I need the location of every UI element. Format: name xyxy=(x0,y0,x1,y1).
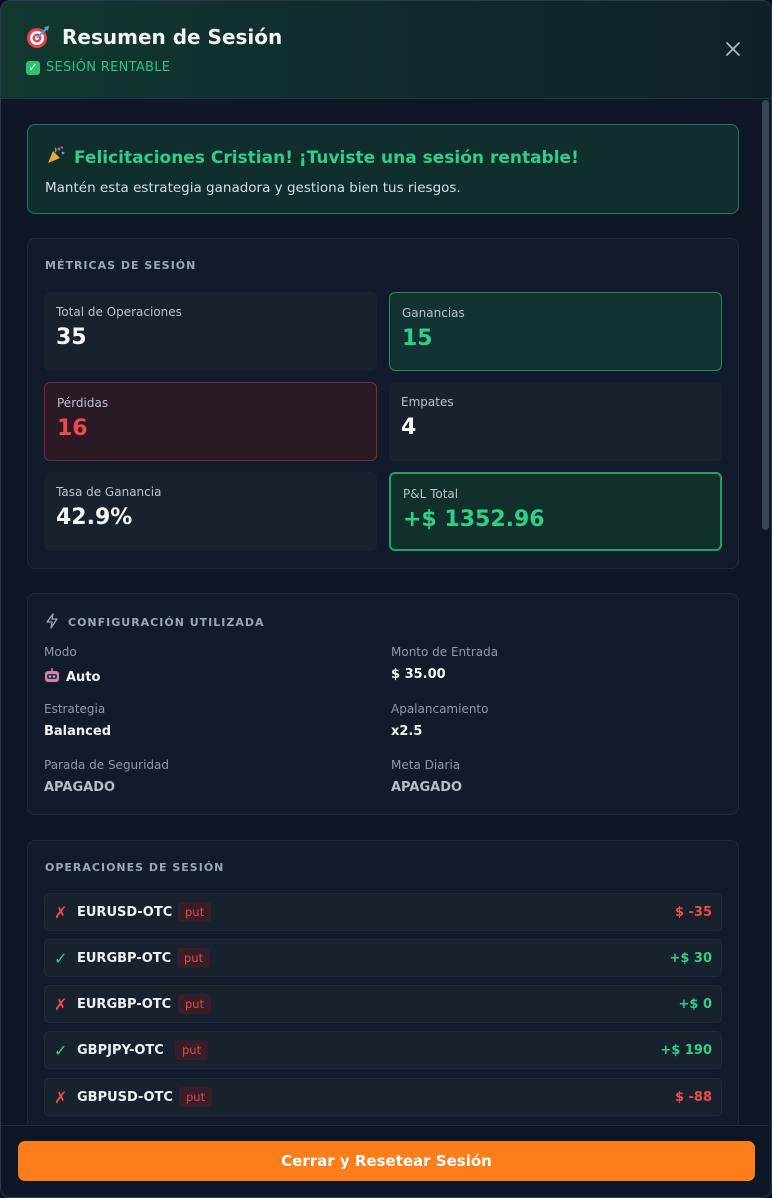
target-icon xyxy=(26,25,50,49)
operations-card: OPERACIONES DE SESIÓN ✗ EURUSD-OTC put $… xyxy=(27,840,739,1125)
config-mode-value: Auto xyxy=(66,669,101,685)
config-mode: Modo Auto xyxy=(44,645,100,687)
close-and-reset-button[interactable]: Cerrar y Resetear Sesión xyxy=(18,1141,755,1181)
operation-pair: EURGBP-OTC xyxy=(77,951,172,966)
metric-label: Empates xyxy=(401,395,454,409)
session-status-badge: ✓ SESIÓN RENTABLE xyxy=(26,60,170,75)
config-label: Estrategia xyxy=(44,702,106,716)
metric-wins: Ganancias 15 xyxy=(389,292,722,371)
config-value: x2.5 xyxy=(391,724,423,739)
metric-value: 35 xyxy=(56,325,87,350)
config-value: Auto xyxy=(44,667,100,687)
loss-mark-icon: ✗ xyxy=(54,995,68,1014)
congrats-title: Felicitaciones Cristian! ¡Tuviste una se… xyxy=(74,147,579,168)
config-label: Modo xyxy=(44,645,77,659)
metric-label: Pérdidas xyxy=(57,396,109,410)
operation-row[interactable]: ✓ GBPJPY-OTC put +$ 190 xyxy=(44,1031,722,1069)
config-value: Balanced xyxy=(44,724,111,739)
party-popper-icon xyxy=(46,145,66,170)
direction-badge: put xyxy=(178,902,212,922)
config-stop-loss: Parada de Seguridad APAGADO xyxy=(44,758,169,795)
config-label: Apalancamiento xyxy=(391,702,489,716)
direction-badge: put xyxy=(175,1040,209,1060)
check-box-icon: ✓ xyxy=(26,60,40,75)
direction-badge: put xyxy=(178,994,212,1014)
operation-amount: +$ 0 xyxy=(678,997,712,1012)
metrics-title: MÉTRICAS DE SESIÓN xyxy=(45,259,197,272)
direction-badge: put xyxy=(177,948,211,968)
operation-amount: $ -35 xyxy=(674,905,712,920)
metric-value: 16 xyxy=(57,416,88,441)
operation-pair: EURUSD-OTC xyxy=(77,905,173,920)
loss-mark-icon: ✗ xyxy=(54,903,68,922)
config-leverage: Apalancamiento x2.5 xyxy=(391,702,488,739)
metric-label: P&L Total xyxy=(403,487,459,501)
title-row: Resumen de Sesión xyxy=(26,25,282,49)
metric-ties: Empates 4 xyxy=(389,382,722,461)
operation-row[interactable]: ✓ EURGBP-OTC put +$ 30 xyxy=(44,939,722,977)
config-entry-amount: Monto de Entrada $ 35.00 xyxy=(391,645,498,682)
metric-win-rate: Tasa de Ganancia 42.9% xyxy=(44,472,377,551)
config-label: Meta Diaria xyxy=(391,758,461,772)
metric-losses: Pérdidas 16 xyxy=(44,382,377,461)
loss-mark-icon: ✗ xyxy=(54,1088,68,1107)
metric-label: Ganancias xyxy=(402,306,465,320)
modal-header: Resumen de Sesión ✓ SESIÓN RENTABLE xyxy=(1,1,771,99)
session-status-label: SESIÓN RENTABLE xyxy=(46,60,171,75)
session-summary-modal: Resumen de Sesión ✓ SESIÓN RENTABLE Feli… xyxy=(0,0,772,1198)
congrats-message: Mantén esta estrategia ganadora y gestio… xyxy=(45,180,461,196)
config-strategy: Estrategia Balanced xyxy=(44,702,111,739)
operation-row[interactable]: ✗ EURUSD-OTC put $ -35 xyxy=(44,893,722,931)
modal-footer: Cerrar y Resetear Sesión xyxy=(1,1125,771,1197)
metric-value: 4 xyxy=(401,415,417,440)
config-title: CONFIGURACIÓN UTILIZADA xyxy=(68,616,265,629)
config-value: APAGADO xyxy=(391,780,463,795)
operations-title: OPERACIONES DE SESIÓN xyxy=(45,861,225,874)
modal-body[interactable]: Felicitaciones Cristian! ¡Tuviste una se… xyxy=(1,100,771,1125)
congrats-banner: Felicitaciones Cristian! ¡Tuviste una se… xyxy=(27,124,739,214)
operation-amount: +$ 190 xyxy=(660,1043,712,1058)
operation-row[interactable]: ✗ GBPUSD-OTC put $ -88 xyxy=(44,1078,722,1116)
close-icon xyxy=(726,42,740,56)
metric-total-operations: Total de Operaciones 35 xyxy=(44,292,377,371)
win-mark-icon: ✓ xyxy=(54,1041,68,1060)
config-value: $ 35.00 xyxy=(391,667,446,682)
direction-badge: put xyxy=(179,1087,213,1107)
metric-value: +$ 1352.96 xyxy=(403,507,545,532)
metric-total-pnl: P&L Total +$ 1352.96 xyxy=(389,472,722,551)
lightning-icon xyxy=(44,613,60,632)
config-card: CONFIGURACIÓN UTILIZADA Modo Auto Monto … xyxy=(27,593,739,815)
metric-label: Tasa de Ganancia xyxy=(56,485,162,499)
operation-row[interactable]: ✗ EURGBP-OTC put +$ 0 xyxy=(44,985,722,1023)
config-value: APAGADO xyxy=(44,780,116,795)
metric-value: 42.9% xyxy=(56,505,133,530)
config-daily-goal: Meta Diaria APAGADO xyxy=(391,758,462,795)
modal-title: Resumen de Sesión xyxy=(62,25,283,49)
operation-pair: GBPUSD-OTC xyxy=(77,1090,173,1105)
operation-pair: GBPJPY-OTC xyxy=(77,1043,164,1058)
operation-amount: $ -88 xyxy=(674,1090,712,1105)
metric-label: Total de Operaciones xyxy=(56,305,182,319)
config-label: Monto de Entrada xyxy=(391,645,499,659)
metrics-card: MÉTRICAS DE SESIÓN Total de Operaciones … xyxy=(27,238,739,569)
operation-amount: +$ 30 xyxy=(669,951,712,966)
metric-value: 15 xyxy=(402,326,433,351)
close-button[interactable] xyxy=(723,39,743,59)
win-mark-icon: ✓ xyxy=(54,949,68,968)
config-label: Parada de Seguridad xyxy=(44,758,170,772)
robot-icon xyxy=(44,667,60,687)
scrollbar[interactable] xyxy=(762,100,769,530)
config-title-row: CONFIGURACIÓN UTILIZADA xyxy=(44,613,265,632)
congrats-title-row: Felicitaciones Cristian! ¡Tuviste una se… xyxy=(46,145,579,170)
operation-pair: EURGBP-OTC xyxy=(77,997,172,1012)
